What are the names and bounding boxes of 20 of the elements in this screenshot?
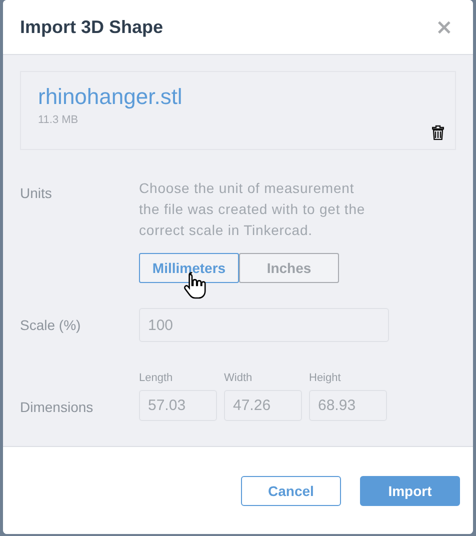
file-size: 11.3 MB xyxy=(38,114,78,126)
cancel-button[interactable]: Cancel xyxy=(241,476,341,506)
dimension-label: Height xyxy=(309,372,341,384)
unit-option[interactable]: Inches xyxy=(239,253,339,283)
close-button[interactable]: × xyxy=(435,16,453,38)
dimension-label: Width xyxy=(224,372,252,384)
dimensions-label: Dimensions xyxy=(20,399,94,415)
dimension-field[interactable]: 68.93 xyxy=(309,390,387,421)
units-label: Units xyxy=(20,185,53,201)
trash-icon[interactable] xyxy=(432,125,444,140)
dimension-field[interactable]: 57.03 xyxy=(139,390,217,421)
file-name: rhinohanger.stl xyxy=(38,84,182,110)
dimension-label: Length xyxy=(139,372,173,384)
units-description: Choose the unit of measurement the file was created with to get the correct scale in Tinkercad. xyxy=(139,179,366,240)
dimension-field[interactable]: 47.26 xyxy=(224,390,302,421)
scale-field[interactable]: 100 xyxy=(139,308,389,342)
scale-label: Scale (%) xyxy=(20,317,82,333)
unit-option[interactable]: Millimeters xyxy=(139,253,239,283)
dialog-title: Import 3D Shape xyxy=(20,16,164,38)
import-button[interactable]: Import xyxy=(360,476,460,506)
